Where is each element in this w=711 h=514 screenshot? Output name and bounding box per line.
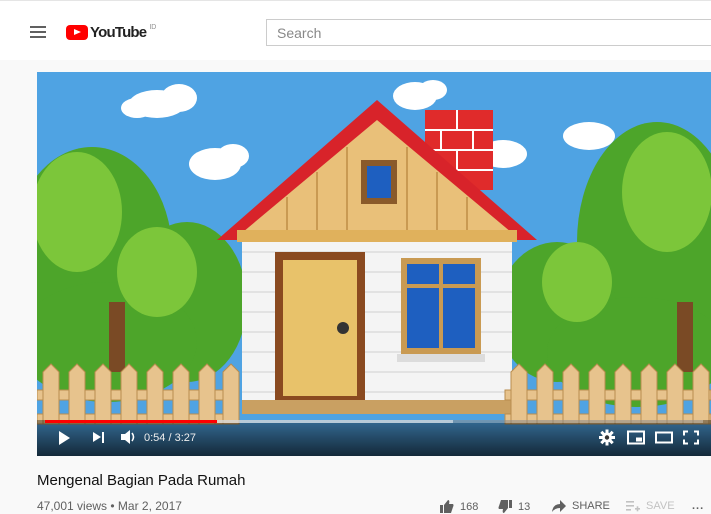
share-button[interactable]: SHARE	[552, 500, 610, 512]
logo-region: ID	[149, 24, 157, 31]
dislike-button[interactable]: 13	[498, 500, 530, 513]
video-meta: 47,001 views • Mar 2, 2017	[37, 499, 182, 513]
more-icon[interactable]: ...	[692, 500, 704, 512]
miniplayer-icon[interactable]	[627, 429, 645, 446]
youtube-logo[interactable]: YouTube ID	[66, 23, 156, 41]
volume-icon[interactable]	[121, 430, 137, 444]
share-label: SHARE	[572, 500, 610, 512]
thumbs-down-icon	[498, 500, 512, 513]
save-button[interactable]: SAVE	[626, 500, 675, 512]
video-frame-thumbnail	[37, 72, 711, 456]
play-icon[interactable]	[59, 431, 70, 445]
masthead: YouTube ID	[0, 0, 711, 60]
progress-bar[interactable]	[45, 420, 703, 423]
thumbs-up-icon	[440, 500, 454, 513]
like-button[interactable]: 168	[440, 500, 478, 513]
next-icon[interactable]	[93, 432, 105, 443]
dislike-count: 13	[518, 500, 531, 513]
logo-text: YouTube	[90, 23, 147, 41]
time-display: 0:54 / 3:27	[144, 432, 196, 444]
theater-icon[interactable]	[655, 429, 673, 446]
more-label: ...	[692, 500, 705, 512]
progress-played	[45, 420, 217, 423]
menu-icon[interactable]	[30, 26, 46, 38]
save-icon	[626, 501, 640, 512]
video-player[interactable]: 0:54 / 3:27	[37, 72, 711, 456]
youtube-logo-icon	[66, 24, 88, 40]
search-input[interactable]	[266, 19, 711, 46]
player-controls: 0:54 / 3:27	[37, 420, 711, 456]
share-icon	[552, 500, 566, 512]
settings-icon[interactable]	[599, 429, 615, 446]
like-count: 168	[460, 500, 479, 513]
fullscreen-icon[interactable]	[683, 429, 699, 446]
save-label: SAVE	[646, 500, 675, 512]
video-title: Mengenal Bagian Pada Rumah	[37, 472, 246, 489]
